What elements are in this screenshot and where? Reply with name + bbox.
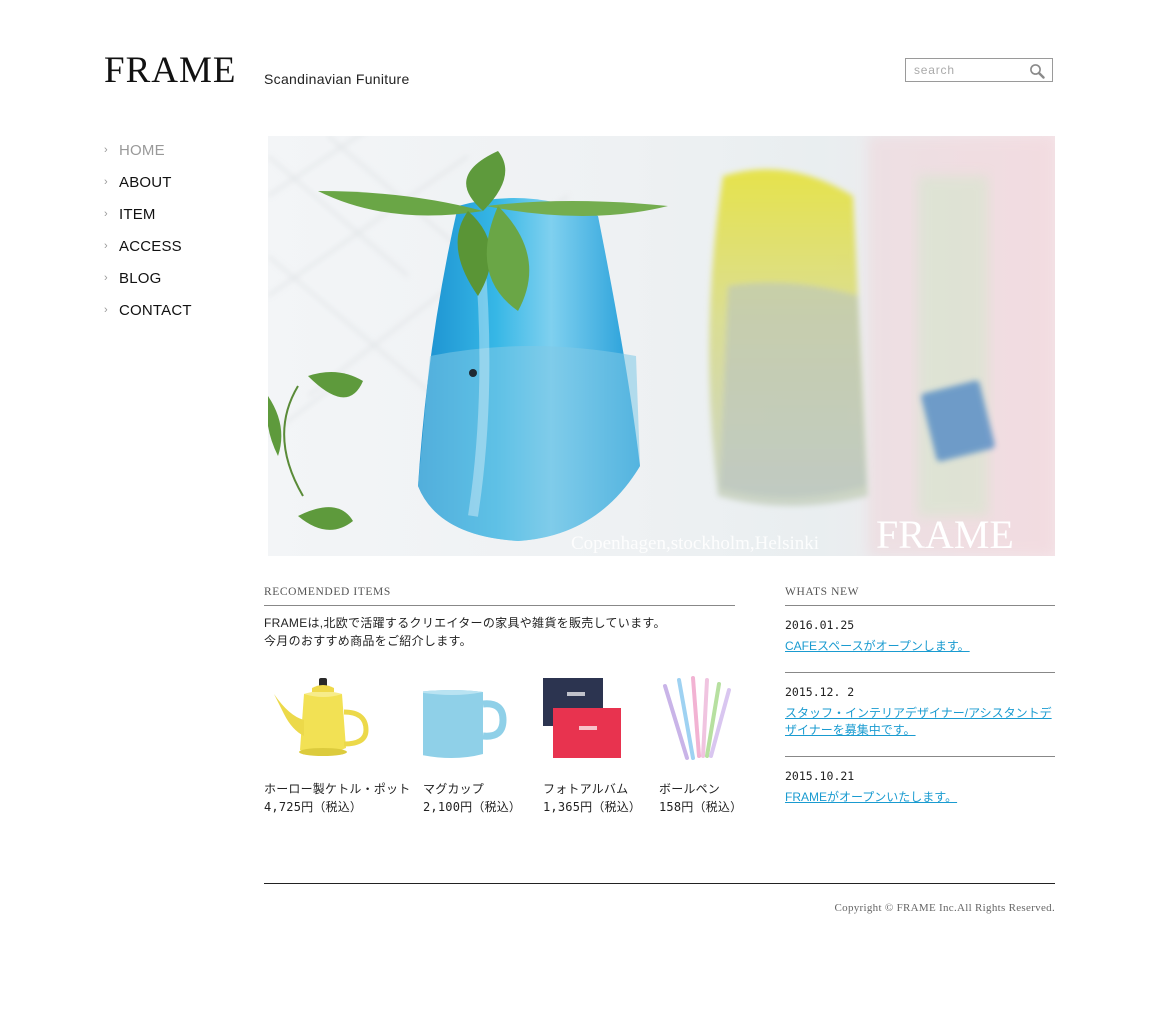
product-price: 2,100円（税込） xyxy=(423,800,522,814)
product-name: ボールペン xyxy=(659,782,721,796)
chevron-right-icon: › xyxy=(104,144,108,156)
recommended-section: RECOMENDED ITEMS FRAMEは,北欧で活躍するクリエイターの家具… xyxy=(264,586,735,650)
search-box xyxy=(905,58,1053,82)
product-card[interactable]: マグカップ 2,100円（税込） xyxy=(417,672,521,814)
nav-item-label: HOME xyxy=(119,141,165,159)
news-date: 2016.01.25 xyxy=(785,618,855,632)
kettle-icon[interactable] xyxy=(264,672,376,768)
news-item: 2015.10.21 FRAMEがオープンいたします。 xyxy=(785,757,1055,823)
hero-image: Copenhagen,stockholm,Helsinki FRAME xyxy=(268,136,1055,556)
product-name: マグカップ xyxy=(423,782,485,796)
nav-item-access[interactable]: › ACCESS xyxy=(104,230,192,262)
news-date: 2015.12. 2 xyxy=(785,685,855,699)
nav-item-label: CONTACT xyxy=(119,301,192,319)
nav-item-blog[interactable]: › BLOG xyxy=(104,262,192,294)
chevron-right-icon: › xyxy=(104,240,108,252)
news-item: 2016.01.25 CAFEスペースがオープンします。 xyxy=(785,606,1055,673)
nav-item-about[interactable]: › ABOUT xyxy=(104,166,192,198)
news-section: WHATS NEW 2016.01.25 CAFEスペースがオープンします。 2… xyxy=(785,586,1055,823)
search-input[interactable] xyxy=(914,62,1024,78)
recommended-title: RECOMENDED ITEMS xyxy=(264,586,735,606)
footer-divider xyxy=(264,883,1055,884)
recommended-intro: FRAMEは,北欧で活躍するクリエイターの家具や雑貨を販売しています。 今月のお… xyxy=(264,614,735,650)
search-icon[interactable] xyxy=(1029,63,1045,79)
product-name: ホーロー製ケトル・ポット xyxy=(264,782,411,796)
main-nav: › HOME › ABOUT › ITEM › ACCESS › BLOG › … xyxy=(104,134,192,326)
news-link[interactable]: スタッフ・インテリアデザイナー/アシスタントデザイナーを募集中です。 xyxy=(785,705,1055,739)
news-link[interactable]: CAFEスペースがオープンします。 xyxy=(785,638,1055,655)
news-title: WHATS NEW xyxy=(785,586,1055,606)
product-list: ホーロー製ケトル・ポット 4,725円（税込） マグカップ 2,100円（税込）… xyxy=(264,672,744,822)
product-card[interactable]: ボールペン 158円（税込） xyxy=(659,672,755,814)
nav-item-home[interactable]: › HOME xyxy=(104,134,192,166)
hero-brand: FRAME xyxy=(876,512,1014,556)
product-price: 1,365円（税込） xyxy=(543,800,642,814)
site-tagline: Scandinavian Funiture xyxy=(264,71,410,87)
product-card[interactable]: フォトアルバム 1,365円（税込） xyxy=(537,672,641,814)
chevron-right-icon: › xyxy=(104,304,108,316)
product-name: フォトアルバム xyxy=(543,782,629,796)
news-link[interactable]: FRAMEがオープンいたします。 xyxy=(785,789,1055,806)
mug-icon[interactable] xyxy=(417,672,519,768)
intro-line: FRAMEは,北欧で活躍するクリエイターの家具や雑貨を販売しています。 xyxy=(264,616,666,630)
chevron-right-icon: › xyxy=(104,176,108,188)
photo-album-icon[interactable] xyxy=(537,672,639,768)
chevron-right-icon: › xyxy=(104,272,108,284)
news-item: 2015.12. 2 スタッフ・インテリアデザイナー/アシスタントデザイナーを募… xyxy=(785,673,1055,757)
intro-line: 今月のおすすめ商品をご紹介します。 xyxy=(264,634,472,648)
nav-item-label: BLOG xyxy=(119,269,162,287)
nav-item-label: ITEM xyxy=(119,205,156,223)
nav-item-item[interactable]: › ITEM xyxy=(104,198,192,230)
news-date: 2015.10.21 xyxy=(785,769,855,783)
hero-caption: Copenhagen,stockholm,Helsinki xyxy=(571,533,819,554)
product-price: 4,725円（税込） xyxy=(264,800,363,814)
nav-item-contact[interactable]: › CONTACT xyxy=(104,294,192,326)
product-card[interactable]: ホーロー製ケトル・ポット 4,725円（税込） xyxy=(264,672,410,814)
nav-item-label: ACCESS xyxy=(119,237,182,255)
ballpoint-pen-icon[interactable] xyxy=(659,672,755,768)
nav-item-label: ABOUT xyxy=(119,173,172,191)
product-price: 158円（税込） xyxy=(659,800,743,814)
site-logo[interactable]: FRAME xyxy=(104,52,236,89)
copyright-text: Copyright © FRAME Inc.All Rights Reserve… xyxy=(834,902,1055,914)
chevron-right-icon: › xyxy=(104,208,108,220)
